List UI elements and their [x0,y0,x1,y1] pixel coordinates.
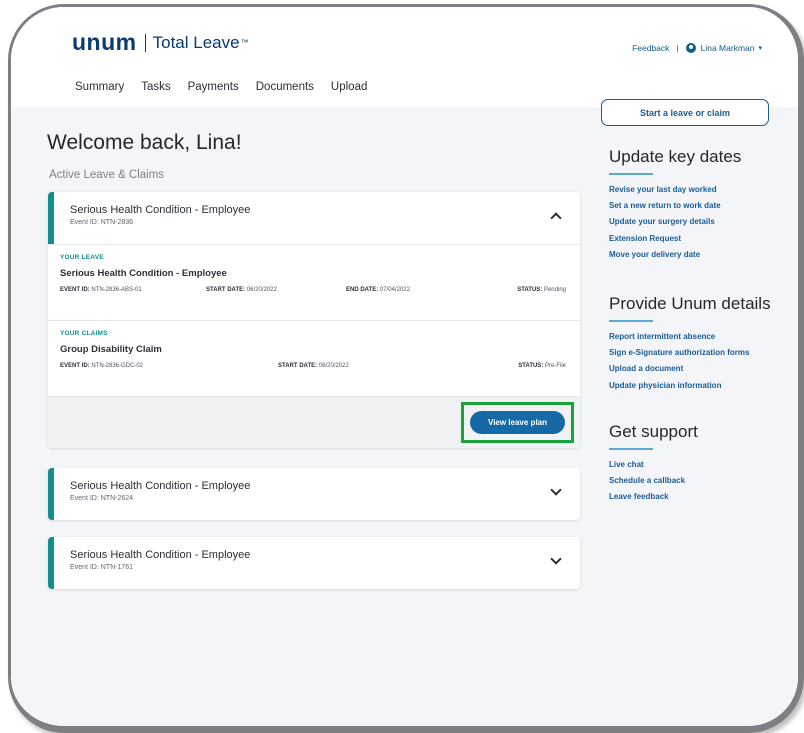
feedback-link[interactable]: Feedback [632,43,669,53]
user-icon [685,43,696,53]
trademark: ™ [240,38,249,47]
card-header[interactable]: Serious Health Condition - Employee Even… [54,537,580,589]
page-title: Welcome back, Lina! [47,131,242,154]
leave-status-label: STATUS: [517,287,543,293]
claims-start-label: START DATE: [278,363,318,369]
view-leave-plan-button[interactable]: View leave plan [470,411,565,434]
chevron-down-icon[interactable]: ▾ [758,44,762,52]
physician-info-link[interactable]: Update physician information [609,381,789,390]
claims-status-value: Pre-File [544,363,566,369]
e-signature-link[interactable]: Sign e-Signature authorization forms [609,348,789,357]
leave-end-value: 07/04/2022 [379,287,410,293]
main-nav: Summary Tasks Payments Documents Upload [75,81,367,93]
leave-end-label: END DATE: [346,287,379,293]
live-chat-link[interactable]: Live chat [609,460,789,469]
update-dates-section: Update key dates Revise your last day wo… [609,147,789,266]
card-event-id: Event ID: NTN-2624 [70,495,134,502]
section-label: Active Leave & Claims [49,169,165,181]
heading-underline [609,173,653,175]
unum-logo[interactable]: unum Total Leave ™ [72,29,249,56]
leave-details: EVENT ID: NTN-2836-ABS-01 START DATE: 06… [60,287,566,299]
leave-start-label: START DATE: [206,287,246,293]
card-event-id: Event ID: NTN-2836 [70,219,134,226]
support-heading: Get support [609,422,698,441]
claims-section: YOUR CLAIMS Group Disability Claim EVENT… [48,320,580,396]
delivery-date-link[interactable]: Move your delivery date [609,250,789,259]
new-return-date-link[interactable]: Set a new return to work date [609,201,789,210]
support-section: Get support Live chat Schedule a callbac… [609,422,789,509]
claims-details: EVENT ID: NTN-2836-GDC-02 START DATE: 06… [60,363,566,375]
claims-event-label: EVENT ID: [60,363,90,369]
revise-last-day-link[interactable]: Revise your last day worked [609,185,789,194]
nav-tasks[interactable]: Tasks [141,81,170,93]
surgery-details-link[interactable]: Update your surgery details [609,217,789,226]
utility-separator: | [676,43,679,53]
top-header: unum Total Leave ™ Summary Tasks Payment… [11,7,798,107]
nav-documents[interactable]: Documents [256,81,314,93]
nav-summary[interactable]: Summary [75,81,124,93]
card-header[interactable]: Serious Health Condition - Employee Even… [54,468,580,520]
logo-divider [144,33,146,52]
claims-status-label: STATUS: [518,363,544,369]
card-title: Serious Health Condition - Employee [70,204,251,216]
app-screen: unum Total Leave ™ Summary Tasks Payment… [11,7,798,726]
upload-document-link[interactable]: Upload a document [609,364,789,373]
schedule-callback-link[interactable]: Schedule a callback [609,476,789,485]
provide-details-section: Provide Unum details Report intermittent… [609,294,789,397]
intermittent-absence-link[interactable]: Report intermittent absence [609,332,789,341]
claims-title: Group Disability Claim [60,344,162,355]
card-title: Serious Health Condition - Employee [70,549,251,561]
user-menu[interactable]: Lina Markman [701,43,755,53]
leave-event-value: NTN-2836-ABS-01 [91,287,142,293]
card-event-id: Event ID: NTN-1761 [70,564,134,571]
start-leave-button[interactable]: Start a leave or claim [601,99,769,126]
extension-request-link[interactable]: Extension Request [609,234,789,243]
update-dates-heading: Update key dates [609,147,742,166]
nav-upload[interactable]: Upload [331,81,367,93]
claims-kicker: YOUR CLAIMS [60,330,108,337]
leave-card-collapsed[interactable]: Serious Health Condition - Employee Even… [48,468,580,520]
card-footer: View leave plan [48,396,580,448]
leave-start-value: 06/20/2022 [246,287,277,293]
card-title: Serious Health Condition - Employee [70,480,251,492]
provide-details-heading: Provide Unum details [609,294,771,313]
leave-feedback-link[interactable]: Leave feedback [609,492,789,501]
highlight-box: View leave plan [461,402,574,443]
claims-start-value: 06/20/2022 [318,363,349,369]
logo-mark: unum [72,29,137,55]
leave-title: Serious Health Condition - Employee [60,268,227,279]
leave-card-collapsed[interactable]: Serious Health Condition - Employee Even… [48,537,580,589]
leave-section: YOUR LEAVE Serious Health Condition - Em… [48,244,580,320]
heading-underline [609,320,653,322]
leave-event-label: EVENT ID: [60,287,90,293]
leave-status-value: Pending [543,287,566,293]
product-name: Total Leave [152,32,240,52]
claims-event-value: NTN-2836-GDC-02 [91,363,144,369]
card-header[interactable]: Serious Health Condition - Employee Even… [54,192,580,244]
leave-card-expanded: Serious Health Condition - Employee Even… [48,192,580,448]
nav-payments[interactable]: Payments [188,81,239,93]
leave-kicker: YOUR LEAVE [60,254,104,261]
device-frame: unum Total Leave ™ Summary Tasks Payment… [8,4,804,733]
utility-bar: Feedback | Lina Markman ▾ [632,43,762,53]
heading-underline [609,448,653,450]
